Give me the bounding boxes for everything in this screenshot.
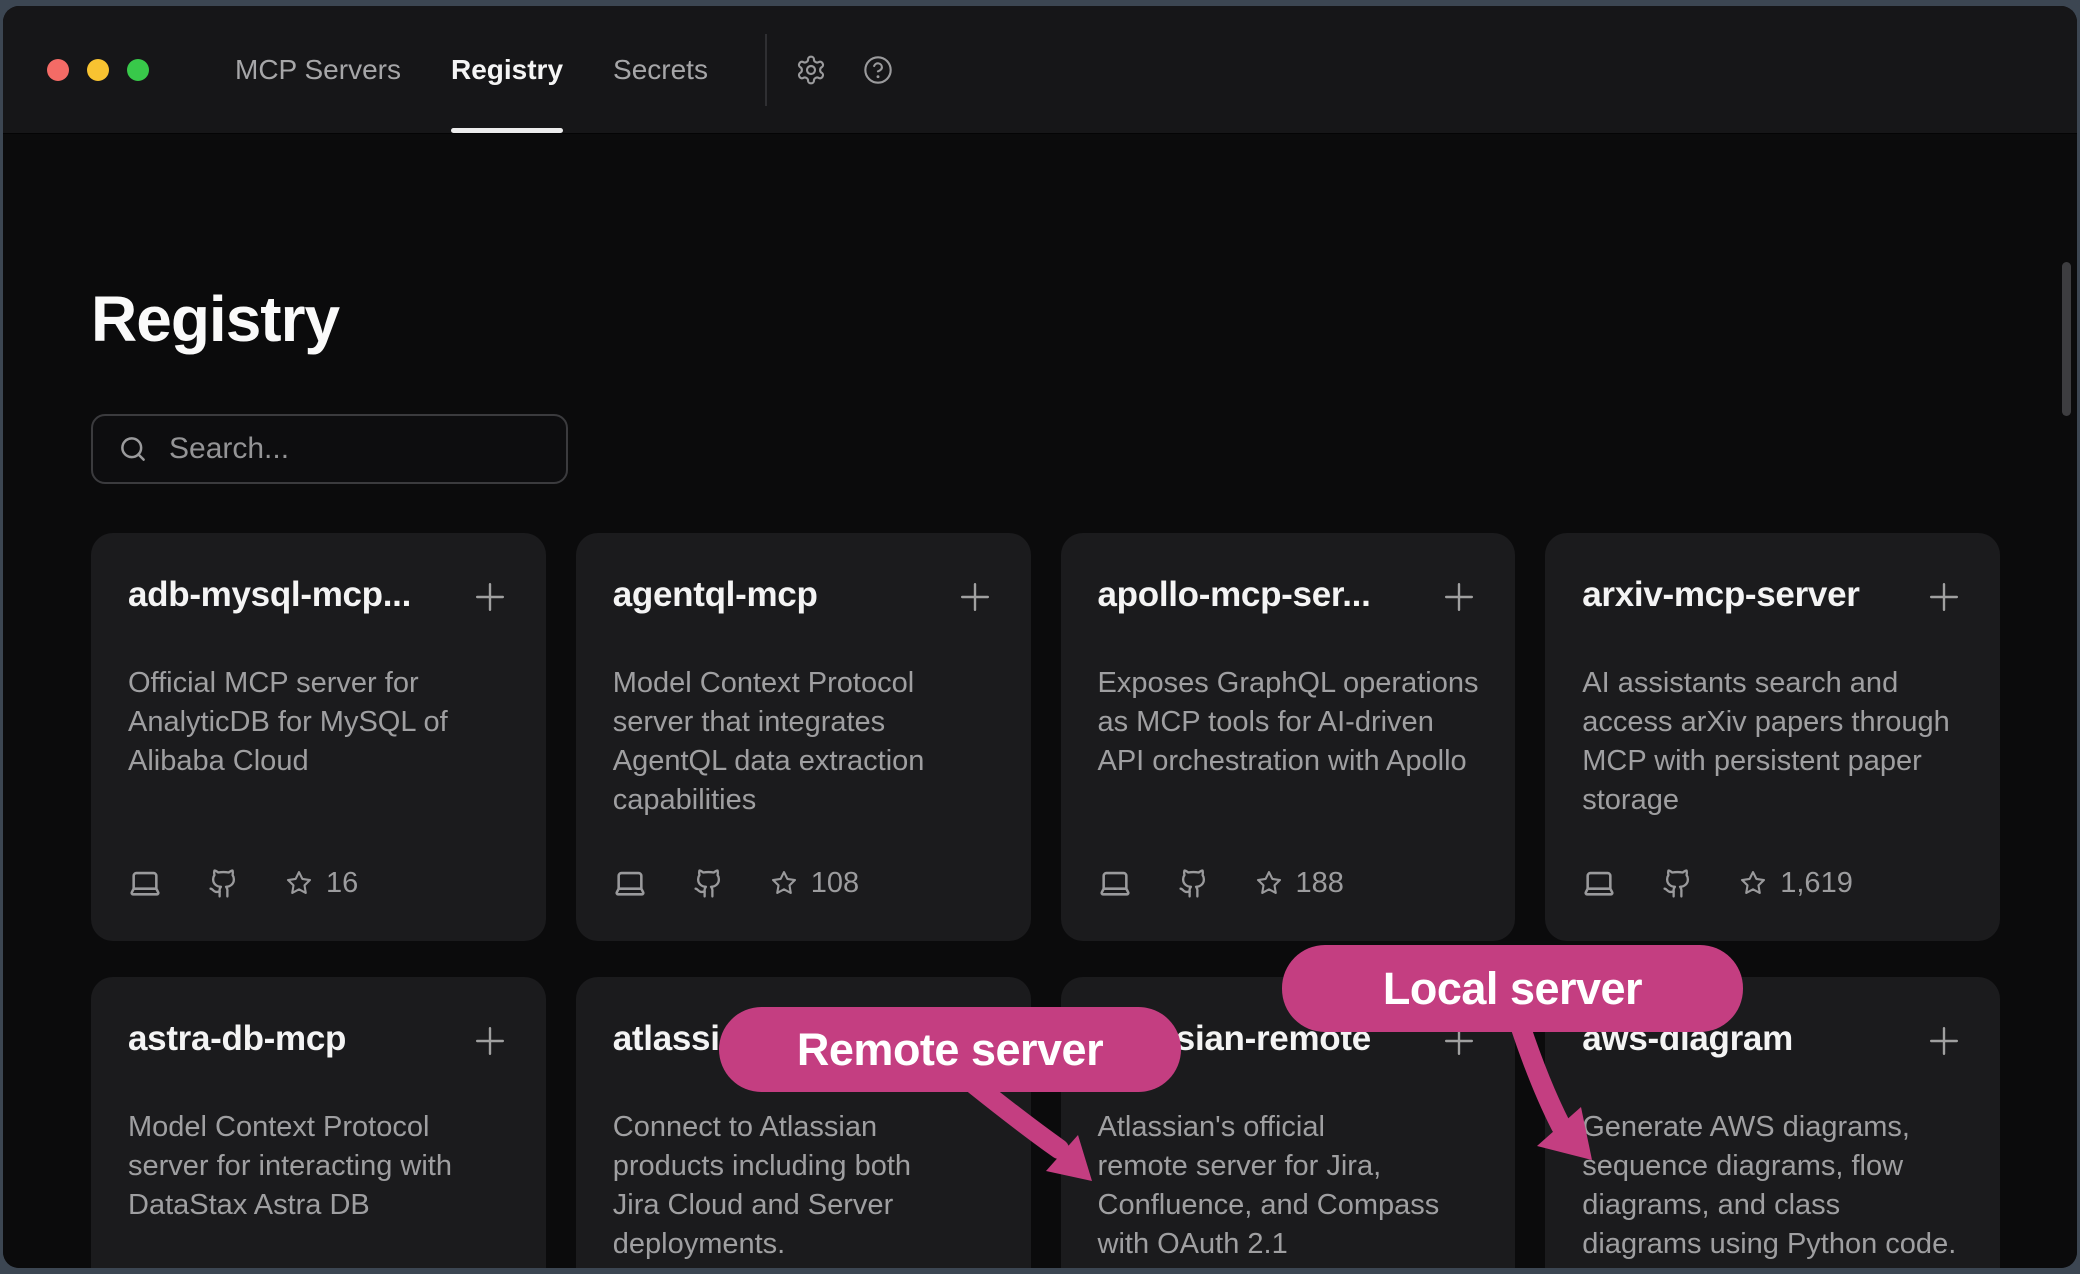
app-window: MCP Servers Registry Secrets Registry: [3, 6, 2077, 1268]
tab-label: Secrets: [613, 54, 708, 86]
laptop-icon: [1582, 866, 1616, 900]
server-meta: 108: [613, 863, 859, 903]
zoom-window-button[interactable]: [127, 59, 149, 81]
laptop-icon: [128, 866, 162, 900]
plus-icon: [468, 575, 512, 619]
search-input[interactable]: [169, 432, 566, 466]
settings-button[interactable]: [787, 46, 835, 94]
star-badge: 188: [1255, 867, 1344, 900]
server-meta: 188: [1098, 863, 1344, 903]
plus-icon: [1922, 575, 1966, 619]
server-name: adb-mysql-mcp...: [128, 573, 411, 617]
page-title: Registry: [91, 287, 339, 351]
help-icon: [862, 54, 894, 86]
laptop-icon: [1098, 866, 1132, 900]
server-card-arxiv-mcp-server[interactable]: arxiv-mcp-server AI assistants search an…: [1545, 533, 2000, 941]
server-card-adb-mysql-mcp[interactable]: adb-mysql-mcp... Official MCP server for…: [91, 533, 546, 941]
add-server-button[interactable]: [468, 1019, 512, 1066]
plus-icon: [1922, 1019, 1966, 1063]
star-badge: 16: [285, 867, 358, 900]
star-count: 108: [811, 867, 859, 900]
server-description: Model Context Protocol server that integ…: [613, 664, 997, 820]
registry-page: Registry adb-mysql-mcp... Official MCP s…: [3, 135, 2077, 1268]
plus-icon: [1437, 1019, 1481, 1063]
scrollbar-thumb[interactable]: [2062, 262, 2071, 416]
add-server-button[interactable]: [1922, 1019, 1966, 1066]
help-button[interactable]: [854, 46, 902, 94]
star-badge: 108: [770, 867, 859, 900]
server-card-aws-diagram[interactable]: aws-diagram Generate AWS diagrams, seque…: [1545, 977, 2000, 1268]
plus-icon: [1437, 575, 1481, 619]
github-icon[interactable]: [208, 868, 239, 899]
star-count: 16: [326, 867, 358, 900]
server-card-agentql-mcp[interactable]: agentql-mcp Model Context Protocol serve…: [576, 533, 1031, 941]
plus-icon: [468, 1019, 512, 1063]
server-description: Exposes GraphQL operations as MCP tools …: [1098, 664, 1482, 781]
plus-icon: [953, 1019, 997, 1063]
server-card-apollo-mcp-server[interactable]: apollo-mcp-ser... Exposes GraphQL operat…: [1061, 533, 1516, 941]
star-icon: [285, 869, 313, 897]
gear-icon: [795, 54, 827, 86]
server-name: atlassian: [613, 1017, 760, 1061]
server-card-astra-db-mcp[interactable]: astra-db-mcp Model Context Protocol serv…: [91, 977, 546, 1268]
tab-registry[interactable]: Registry: [451, 6, 563, 133]
search-box[interactable]: [91, 414, 568, 484]
add-server-button[interactable]: [468, 575, 512, 622]
server-name: atlassian-remote: [1098, 1017, 1371, 1061]
laptop-icon: [613, 866, 647, 900]
active-tab-underline: [451, 128, 563, 133]
server-meta: 16: [128, 863, 358, 903]
add-server-button[interactable]: [1437, 575, 1481, 622]
server-meta: 1,619: [1582, 863, 1853, 903]
github-icon[interactable]: [1178, 868, 1209, 899]
star-icon: [770, 869, 798, 897]
star-count: 1,619: [1780, 867, 1853, 900]
add-server-button[interactable]: [953, 1019, 997, 1066]
github-icon[interactable]: [693, 868, 724, 899]
title-bar: MCP Servers Registry Secrets: [3, 6, 2077, 134]
server-card-atlassian-remote[interactable]: atlassian-remote Atlassian's official re…: [1061, 977, 1516, 1268]
toolbar-divider: [765, 34, 767, 106]
star-icon: [1739, 869, 1767, 897]
add-server-button[interactable]: [953, 575, 997, 622]
star-icon: [1255, 869, 1283, 897]
traffic-lights: [47, 59, 149, 81]
tab-mcp-servers[interactable]: MCP Servers: [235, 6, 401, 133]
server-description: Atlassian's official remote server for J…: [1098, 1108, 1482, 1264]
close-window-button[interactable]: [47, 59, 69, 81]
server-description: Model Context Protocol server for intera…: [128, 1108, 512, 1225]
server-name: apollo-mcp-ser...: [1098, 573, 1371, 617]
server-name: agentql-mcp: [613, 573, 818, 617]
minimize-window-button[interactable]: [87, 59, 109, 81]
server-name: aws-diagram: [1582, 1017, 1793, 1061]
add-server-button[interactable]: [1922, 575, 1966, 622]
plus-icon: [953, 575, 997, 619]
server-name: arxiv-mcp-server: [1582, 573, 1859, 617]
tab-secrets[interactable]: Secrets: [613, 6, 708, 133]
star-count: 188: [1296, 867, 1344, 900]
server-card-grid: adb-mysql-mcp... Official MCP server for…: [91, 533, 2000, 1268]
server-card-atlassian[interactable]: atlassian Connect to Atlassian products …: [576, 977, 1031, 1268]
search-icon: [118, 434, 148, 464]
main-nav: MCP Servers Registry Secrets: [235, 6, 708, 133]
add-server-button[interactable]: [1437, 1019, 1481, 1066]
github-icon[interactable]: [1662, 868, 1693, 899]
server-description: Official MCP server for AnalyticDB for M…: [128, 664, 512, 781]
server-description: Connect to Atlassian products including …: [613, 1108, 997, 1264]
star-badge: 1,619: [1739, 867, 1853, 900]
tab-label: Registry: [451, 54, 563, 86]
server-description: AI assistants search and access arXiv pa…: [1582, 664, 1966, 820]
server-description: Generate AWS diagrams, sequence diagrams…: [1582, 1108, 1966, 1264]
tab-label: MCP Servers: [235, 54, 401, 86]
server-name: astra-db-mcp: [128, 1017, 346, 1061]
